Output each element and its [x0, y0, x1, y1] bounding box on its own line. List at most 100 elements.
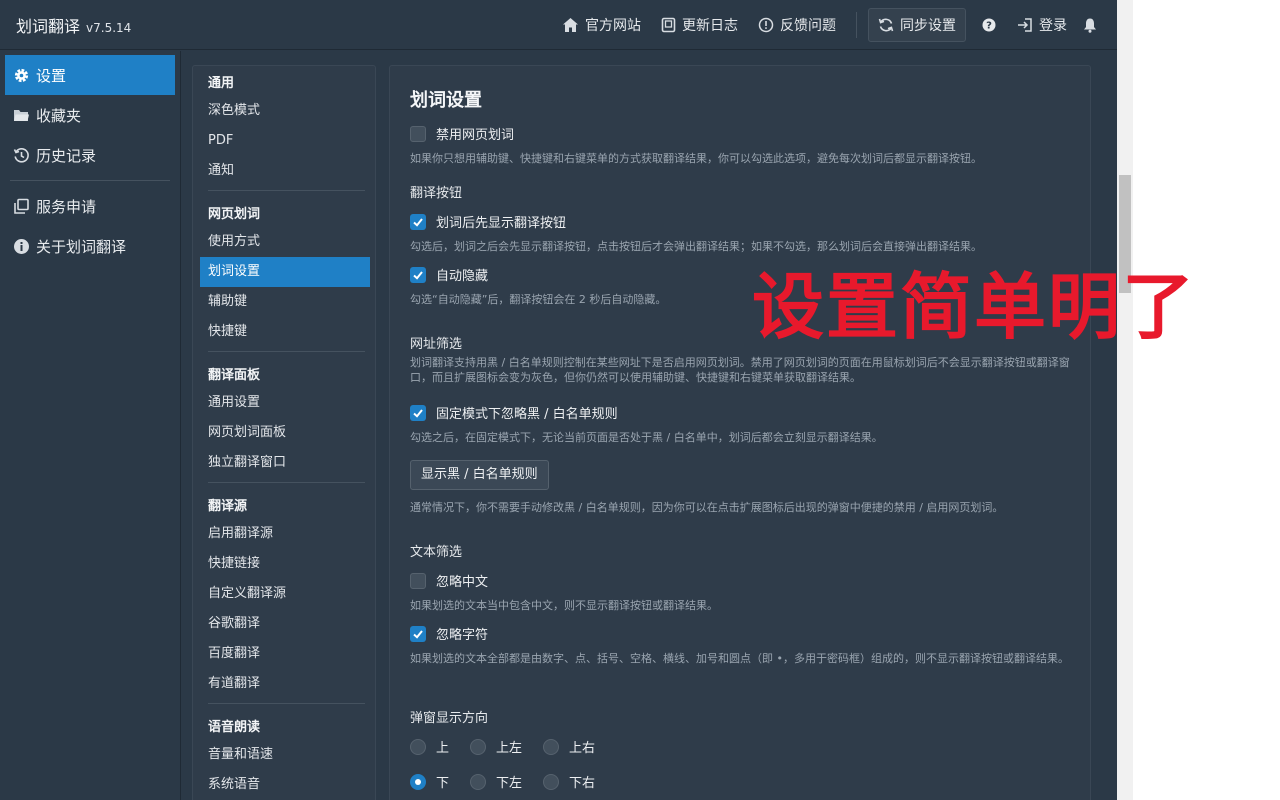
- overlay-annotation: 设置简单明了: [752, 265, 1197, 349]
- section-translate-button: 翻译按钮: [410, 186, 463, 201]
- auto-hide-checkbox[interactable]: 自动隐藏: [410, 265, 488, 284]
- checkbox-label: 自动隐藏: [436, 269, 489, 284]
- direction-radio-top[interactable]: 上: [410, 737, 449, 756]
- app-window: 划词翻译 v7.5.14 官方网站 更新日志 反馈问题 同步设置 ? 登录 设置…: [0, 0, 1117, 800]
- radio-label: 上右: [569, 741, 596, 756]
- menu-divider: [208, 351, 365, 352]
- sync-settings-button[interactable]: 同步设置: [868, 8, 966, 42]
- sidebar-item-history[interactable]: 历史记录: [5, 135, 175, 175]
- direction-radio-bottom-right[interactable]: 下右: [543, 772, 595, 791]
- menu-item-notifications[interactable]: 通知: [193, 156, 375, 186]
- radio-unselected: [410, 738, 426, 755]
- alert-icon: [758, 17, 774, 33]
- changelog-link[interactable]: 更新日志: [661, 15, 738, 35]
- checkbox-unchecked: [410, 125, 426, 142]
- menu-item-standalone-window[interactable]: 独立翻译窗口: [193, 448, 375, 478]
- sidebar-item-about[interactable]: 关于划词翻译: [5, 226, 175, 266]
- direction-radio-bottom-left[interactable]: 下左: [470, 772, 522, 791]
- menu-item-usage[interactable]: 使用方式: [193, 227, 375, 257]
- ignore-chinese-desc: 如果划选的文本当中包含中文，则不显示翻译按钮或翻译结果。: [410, 599, 718, 612]
- log-icon: [661, 17, 676, 33]
- feedback-link[interactable]: 反馈问题: [758, 15, 836, 35]
- menu-group-sources: 翻译源: [208, 499, 248, 514]
- info-icon: [14, 238, 29, 254]
- radio-unselected: [543, 773, 559, 790]
- direction-radio-bottom[interactable]: 下: [410, 772, 449, 791]
- radio-unselected: [543, 738, 559, 755]
- checkbox-label: 忽略字符: [436, 628, 489, 643]
- feedback-label: 反馈问题: [780, 18, 836, 34]
- website-link[interactable]: 官方网站: [562, 15, 641, 35]
- menu-item-volume-speed[interactable]: 音量和语速: [193, 740, 375, 770]
- direction-radio-top-left[interactable]: 上左: [470, 737, 522, 756]
- sidebar-item-label: 历史记录: [36, 146, 97, 165]
- radio-selected: [410, 773, 426, 790]
- menu-item-modifier-keys[interactable]: 辅助键: [193, 287, 375, 317]
- menu-item-enable-sources[interactable]: 启用翻译源: [193, 519, 375, 549]
- menu-item-general-settings[interactable]: 通用设置: [193, 388, 375, 418]
- ignore-chinese-checkbox[interactable]: 忽略中文: [410, 571, 488, 590]
- radio-label: 上左: [496, 741, 523, 756]
- bell-icon: [1084, 18, 1096, 33]
- menu-item-google[interactable]: 谷歌翻译: [193, 609, 375, 639]
- menu-item-web-panel[interactable]: 网页划词面板: [193, 418, 375, 448]
- menu-item-quick-links[interactable]: 快捷链接: [193, 549, 375, 579]
- app-title: 划词翻译: [16, 16, 81, 36]
- sidebar-item-settings[interactable]: 设置: [5, 55, 175, 95]
- sidebar-item-label: 设置: [36, 66, 67, 85]
- menu-item-system-voice[interactable]: 系统语音: [193, 770, 375, 800]
- fixed-mode-checkbox[interactable]: 固定模式下忽略黑 / 白名单规则: [410, 403, 618, 422]
- menu-item-selection-settings[interactable]: 划词设置: [200, 257, 370, 287]
- show-rules-button[interactable]: 显示黑 / 白名单规则: [410, 460, 549, 490]
- ignore-chars-checkbox[interactable]: 忽略字符: [410, 624, 488, 643]
- help-icon: ?: [982, 18, 996, 32]
- svg-text:?: ?: [986, 21, 992, 32]
- sidebar-item-label: 服务申请: [36, 197, 97, 216]
- notifications-button[interactable]: [1083, 17, 1097, 33]
- check-icon: [413, 408, 423, 418]
- checkbox-label: 忽略中文: [436, 575, 489, 590]
- check-icon: [413, 270, 423, 280]
- menu-group-translation-panel: 翻译面板: [208, 368, 261, 383]
- sidebar-item-label: 收藏夹: [36, 106, 82, 125]
- direction-radio-top-right[interactable]: 上右: [543, 737, 595, 756]
- sync-icon: [878, 18, 894, 32]
- login-label: 登录: [1039, 18, 1067, 34]
- disable-selection-checkbox[interactable]: 禁用网页划词: [410, 124, 514, 143]
- checkbox-checked: [410, 625, 426, 642]
- page-scrollbar[interactable]: [1117, 0, 1133, 800]
- menu-item-baidu[interactable]: 百度翻译: [193, 639, 375, 669]
- menu-item-youdao[interactable]: 有道翻译: [193, 669, 375, 699]
- fixed-mode-desc: 勾选之后，在固定模式下，无论当前页面是否处于黑 / 白名单中，划词后都会立刻显示…: [410, 431, 883, 444]
- top-bar: 划词翻译 v7.5.14 官方网站 更新日志 反馈问题 同步设置 ? 登录: [0, 0, 1117, 50]
- checkbox-checked: [410, 213, 426, 230]
- menu-item-pdf[interactable]: PDF: [193, 126, 375, 156]
- sidebar-item-favorites[interactable]: 收藏夹: [5, 95, 175, 135]
- menu-divider: [208, 190, 365, 191]
- radio-label: 下右: [569, 776, 596, 791]
- radio-unselected: [470, 738, 486, 755]
- sidebar: 设置 收藏夹 历史记录 服务申请 关于划词翻译: [0, 51, 181, 800]
- menu-divider: [208, 703, 365, 704]
- radio-unselected: [470, 773, 486, 790]
- menu-item-custom-sources[interactable]: 自定义翻译源: [193, 579, 375, 609]
- nav-separator: [856, 12, 857, 38]
- sidebar-item-label: 关于划词翻译: [36, 237, 127, 256]
- sidebar-item-service-request[interactable]: 服务申请: [5, 186, 175, 226]
- menu-item-dark-mode[interactable]: 深色模式: [193, 96, 375, 126]
- changelog-label: 更新日志: [682, 18, 738, 34]
- login-link[interactable]: 登录: [1016, 15, 1067, 35]
- section-popup-direction: 弹窗显示方向: [410, 711, 489, 726]
- menu-item-shortcuts[interactable]: 快捷键: [193, 317, 375, 347]
- brand: 划词翻译 v7.5.14: [16, 13, 131, 37]
- radio-label: 下左: [496, 776, 523, 791]
- help-button[interactable]: ?: [982, 18, 996, 32]
- rules-desc: 通常情况下，你不需要手动修改黑 / 白名单规则，因为你可以在点击扩展图标后出现的…: [410, 501, 1004, 514]
- url-filter-desc: 划词翻译支持用黑 / 白名单规则控制在某些网址下是否启用网页划词。禁用了网页划词…: [410, 356, 1070, 384]
- show-button-checkbox[interactable]: 划词后先显示翻译按钮: [410, 212, 566, 231]
- checkbox-label: 禁用网页划词: [436, 128, 515, 143]
- section-text-filter: 文本筛选: [410, 545, 463, 560]
- checkbox-unchecked: [410, 572, 426, 589]
- settings-panel: 划词设置 禁用网页划词 如果你只想用辅助键、快捷键和右键菜单的方式获取翻译结果，…: [389, 65, 1091, 800]
- check-icon: [413, 217, 423, 227]
